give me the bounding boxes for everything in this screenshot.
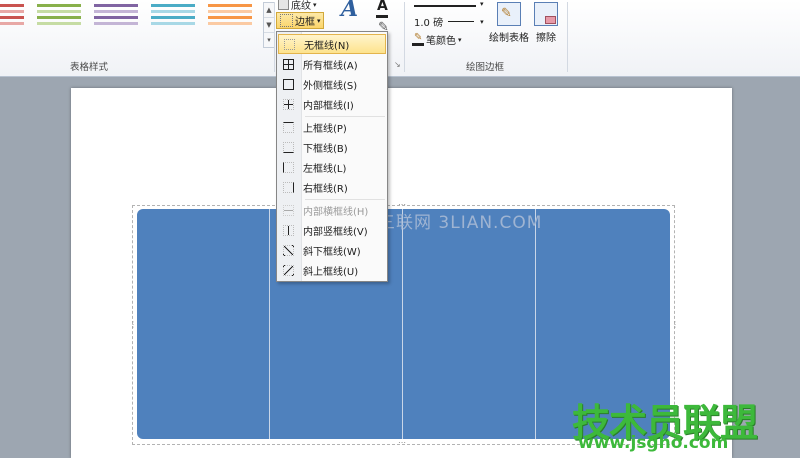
borders-dropdown-menu: 无框线(N) 所有框线(A) 外侧框线(S) 内部框线(I) 上框线(P) 下框…: [276, 31, 388, 282]
text-fill-color-bar: [376, 15, 388, 18]
group-label-draw-borders: 绘图边框: [466, 62, 505, 73]
eraser-button[interactable]: 擦除: [534, 2, 558, 44]
menu-item-inside-borders[interactable]: 内部框线(I): [278, 94, 386, 114]
borders-label: 边框: [295, 17, 315, 28]
site-watermark: 三联网 3LIAN.COM: [378, 213, 543, 233]
menu-item-label: 内部竖框线(V): [303, 226, 368, 238]
resize-handle-bottom[interactable]: ⋯: [398, 439, 410, 447]
paint-bucket-icon: [278, 0, 289, 10]
menu-item-label: 斜上框线(U): [303, 266, 359, 278]
gallery-up-icon[interactable]: ▲: [264, 3, 274, 18]
pen-color-icon: ✎: [412, 32, 424, 46]
menu-item-left-border[interactable]: 左框线(L): [278, 157, 386, 177]
resize-handle-left[interactable]: ⋮: [129, 321, 137, 329]
menu-item-label: 左框线(L): [303, 163, 347, 175]
pen-weight-select[interactable]: 1.0 磅 ▾: [414, 14, 484, 30]
pen-color-button[interactable]: ✎ 笔颜色 ▾: [412, 32, 462, 47]
borders-button[interactable]: 边框 ▾: [276, 12, 324, 29]
table-column-divider[interactable]: [402, 209, 403, 439]
draw-table-button[interactable]: ✎ 绘制表格: [489, 2, 529, 44]
menu-item-bottom-border[interactable]: 下框线(B): [278, 137, 386, 157]
all-borders-icon: [283, 58, 294, 70]
diagonal-down-border-icon: [283, 244, 294, 256]
resize-handle-right[interactable]: ⋮: [671, 321, 679, 329]
group-divider: [274, 2, 275, 72]
table-style-swatch-1[interactable]: [0, 4, 24, 36]
eraser-label: 擦除: [536, 33, 556, 44]
menu-item-no-border[interactable]: 无框线(N): [278, 34, 386, 54]
menu-item-outside-borders[interactable]: 外侧框线(S): [278, 74, 386, 94]
menu-item-label: 内部框线(I): [303, 100, 354, 112]
menu-item-label: 无框线(N): [304, 40, 350, 52]
menu-item-diagonal-down-border[interactable]: 斜下框线(W): [278, 240, 386, 260]
chevron-down-icon: ▾: [313, 0, 317, 9]
quick-styles-text-icon[interactable]: A: [341, 0, 358, 22]
table-column-divider[interactable]: [535, 209, 536, 439]
menu-item-diagonal-up-border[interactable]: 斜上框线(U): [278, 260, 386, 280]
draw-table-icon: ✎: [497, 2, 521, 26]
top-border-icon: [283, 121, 294, 133]
menu-item-right-border[interactable]: 右框线(R): [278, 177, 386, 197]
shading-label: 底纹: [291, 1, 311, 12]
chevron-down-icon: ▾: [458, 35, 462, 44]
no-border-icon: [284, 38, 295, 50]
menu-item-top-border[interactable]: 上框线(P): [278, 117, 386, 137]
table-style-swatch-4[interactable]: [151, 4, 195, 36]
menu-item-label: 右框线(R): [303, 183, 348, 195]
border-grid-icon: [280, 14, 293, 27]
text-fill-icon[interactable]: A: [377, 0, 388, 14]
menu-item-label: 斜下框线(W): [303, 246, 361, 258]
menu-item-inside-vertical-border[interactable]: 内部竖框线(V): [278, 220, 386, 240]
chevron-down-icon: ▾: [480, 17, 484, 26]
pen-color-label: 笔颜色: [426, 36, 456, 47]
chevron-down-icon: ▾: [317, 16, 321, 25]
dialog-launcher-icon[interactable]: ↘: [394, 60, 401, 69]
inside-vertical-border-icon: [283, 224, 294, 236]
pen-weight-line: [448, 21, 475, 22]
draw-table-label: 绘制表格: [489, 33, 529, 44]
group-divider: [404, 2, 405, 72]
table-column-divider[interactable]: [269, 209, 270, 439]
diagonal-up-border-icon: [283, 264, 294, 276]
inside-horizontal-border-icon: [283, 204, 294, 216]
menu-item-all-borders[interactable]: 所有框线(A): [278, 54, 386, 74]
menu-item-inside-horizontal-border: 内部横框线(H): [278, 200, 386, 220]
menu-item-label: 外侧框线(S): [303, 80, 358, 92]
gallery-down-icon[interactable]: ▼: [264, 18, 274, 33]
group-divider: [567, 2, 568, 72]
menu-item-label: 内部横框线(H): [303, 206, 369, 218]
right-border-icon: [283, 181, 294, 193]
pen-style-chevron-icon[interactable]: ▾: [480, 0, 484, 8]
shading-button[interactable]: 底纹 ▾: [278, 0, 317, 12]
eraser-icon: [534, 2, 558, 26]
bottom-border-icon: [283, 141, 294, 153]
pen-weight-value: 1.0 磅: [414, 18, 444, 29]
brand-url-watermark: www.jsgho.com: [578, 433, 729, 453]
left-border-icon: [283, 161, 294, 173]
inside-borders-icon: [283, 98, 294, 110]
menu-item-label: 上框线(P): [303, 123, 347, 135]
menu-item-label: 下框线(B): [303, 143, 348, 155]
outside-borders-icon: [283, 78, 294, 90]
table-style-swatch-3[interactable]: [94, 4, 138, 36]
menu-item-label: 所有框线(A): [303, 60, 358, 72]
group-label-table-styles: 表格样式: [70, 62, 109, 73]
table-style-swatch-5[interactable]: [208, 4, 252, 36]
pen-style-sample[interactable]: [414, 5, 476, 7]
table-style-swatch-2[interactable]: [37, 4, 81, 36]
gallery-more-icon[interactable]: ▾: [264, 33, 274, 47]
ribbon: ▲ ▼ ▾ 表格样式 底纹 ▾ 边框 ▾ A A ✎ A ↘ ▾ 1.0 磅 ▾…: [0, 0, 800, 77]
